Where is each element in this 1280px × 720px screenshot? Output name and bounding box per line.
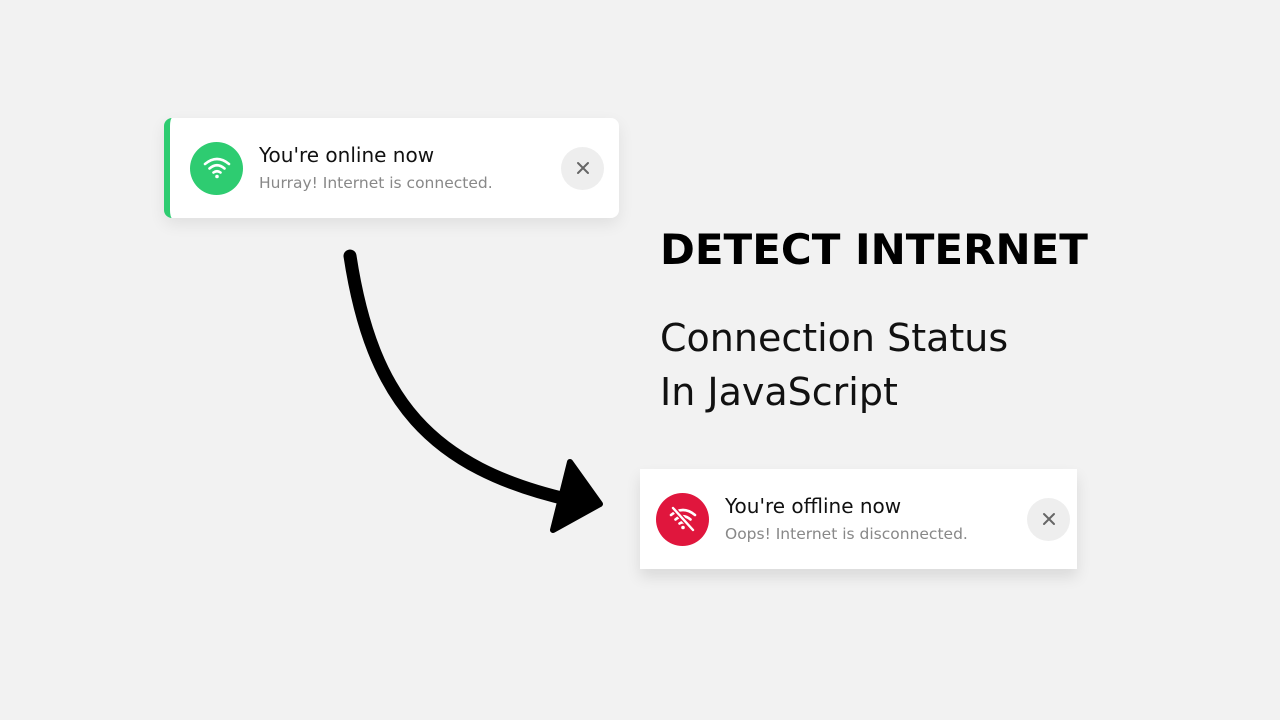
online-toast: You're online now Hurray! Internet is co… xyxy=(164,118,619,218)
offline-toast: You're offline now Oops! Internet is dis… xyxy=(640,469,1077,569)
online-toast-title: You're online now xyxy=(259,143,435,167)
curved-arrow-icon xyxy=(343,249,603,533)
wifi-off-icon xyxy=(656,492,709,546)
offline-toast-close-button[interactable] xyxy=(1027,497,1070,541)
subtitle-line-2: In JavaScript xyxy=(660,370,898,414)
wifi-icon xyxy=(190,141,243,195)
online-toast-text: You're online now Hurray! Internet is co… xyxy=(259,142,561,194)
offline-toast-text: You're offline now Oops! Internet is dis… xyxy=(725,493,1027,545)
close-icon xyxy=(1042,513,1055,525)
canvas: You're online now Hurray! Internet is co… xyxy=(0,0,1280,720)
offline-toast-title: You're offline now xyxy=(725,494,902,518)
close-icon xyxy=(576,162,589,174)
online-toast-close-button[interactable] xyxy=(561,146,604,190)
subtitle-line-1: Connection Status xyxy=(660,316,1009,360)
page-title: DETECT INTERNET xyxy=(660,225,1088,274)
offline-toast-detail: Oops! Internet is disconnected. xyxy=(725,525,968,543)
online-toast-detail: Hurray! Internet is connected. xyxy=(259,174,493,192)
